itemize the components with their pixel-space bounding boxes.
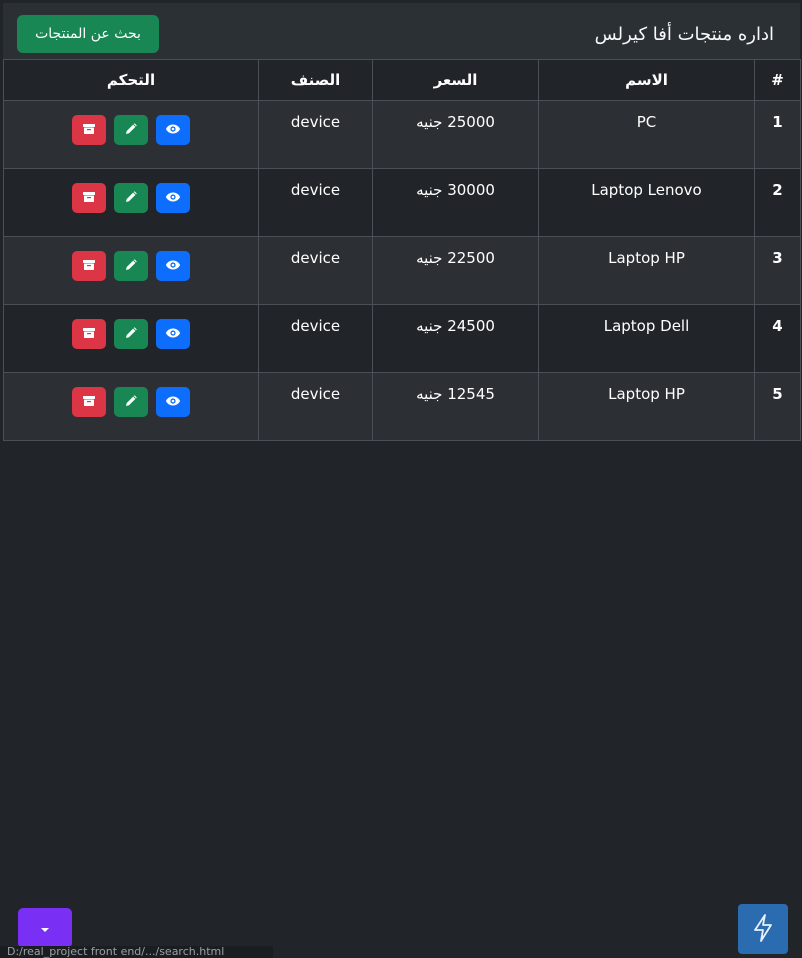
table-row: 2 Laptop Lenovo 30000 جنيه device — [3, 168, 801, 237]
lightning-icon — [752, 913, 774, 946]
price-currency: جنيه — [416, 385, 443, 403]
eye-icon — [165, 189, 181, 208]
edit-button[interactable] — [114, 115, 148, 145]
delete-button[interactable] — [72, 183, 106, 213]
archive-icon — [81, 121, 97, 140]
table-row: 1 PC 25000 جنيه device — [3, 100, 801, 169]
action-group — [4, 385, 258, 417]
price-value: 22500 — [447, 249, 495, 267]
action-group — [4, 181, 258, 213]
product-category: device — [258, 372, 373, 441]
caret-down-icon — [40, 921, 50, 936]
row-number: 4 — [754, 304, 801, 373]
pencil-icon — [123, 189, 139, 208]
product-price: 24500 جنيه — [372, 304, 539, 373]
table-body: 1 PC 25000 جنيه device 2 Laptop Lenovo 30000 ج… — [3, 100, 801, 441]
pencil-icon — [123, 121, 139, 140]
view-button[interactable] — [156, 183, 190, 213]
product-category: device — [258, 100, 373, 169]
product-category: device — [258, 236, 373, 305]
action-group — [4, 113, 258, 145]
row-controls — [3, 100, 259, 169]
view-button[interactable] — [156, 387, 190, 417]
row-number: 1 — [754, 100, 801, 169]
table-row: 3 Laptop HP 22500 جنيه device — [3, 236, 801, 305]
price-currency: جنيه — [416, 113, 443, 131]
archive-icon — [81, 325, 97, 344]
price-currency: جنيه — [416, 181, 443, 199]
table-row: 5 Laptop HP 12545 جنيه device — [3, 372, 801, 441]
row-controls — [3, 304, 259, 373]
eye-icon — [165, 325, 181, 344]
dropdown-toggle-button[interactable] — [18, 908, 72, 948]
action-group — [4, 317, 258, 349]
product-name: Laptop Lenovo — [538, 168, 755, 237]
view-button[interactable] — [156, 115, 190, 145]
page-title: اداره منتجات أفا كيرلس — [594, 24, 774, 45]
delete-button[interactable] — [72, 387, 106, 417]
edit-button[interactable] — [114, 319, 148, 349]
product-category: device — [258, 168, 373, 237]
action-group — [4, 249, 258, 281]
header-num: # — [754, 59, 801, 101]
table-row: 4 Laptop Dell 24500 جنيه device — [3, 304, 801, 373]
product-category: device — [258, 304, 373, 373]
edit-button[interactable] — [114, 387, 148, 417]
delete-button[interactable] — [72, 251, 106, 281]
lightning-button[interactable] — [738, 904, 788, 954]
price-value: 30000 — [447, 181, 495, 199]
product-price: 30000 جنيه — [372, 168, 539, 237]
header-price: السعر — [372, 59, 539, 101]
edit-button[interactable] — [114, 183, 148, 213]
products-table: # الاسم السعر الصنف التحكم 1 PC 25000 جنيه… — [3, 59, 801, 441]
product-name: PC — [538, 100, 755, 169]
delete-button[interactable] — [72, 115, 106, 145]
row-number: 2 — [754, 168, 801, 237]
archive-icon — [81, 257, 97, 276]
price-value: 24500 — [447, 317, 495, 335]
product-price: 22500 جنيه — [372, 236, 539, 305]
view-button[interactable] — [156, 251, 190, 281]
price-currency: جنيه — [416, 249, 443, 267]
archive-icon — [81, 393, 97, 412]
price-value: 25000 — [447, 113, 495, 131]
row-controls — [3, 372, 259, 441]
pencil-icon — [123, 257, 139, 276]
eye-icon — [165, 121, 181, 140]
eye-icon — [165, 257, 181, 276]
pencil-icon — [123, 325, 139, 344]
header-category: الصنف — [258, 59, 373, 101]
pencil-icon — [123, 393, 139, 412]
view-button[interactable] — [156, 319, 190, 349]
product-name: Laptop HP — [538, 236, 755, 305]
table-header-row: # الاسم السعر الصنف التحكم — [3, 59, 801, 101]
product-price: 25000 جنيه — [372, 100, 539, 169]
header-controls: التحكم — [3, 59, 259, 101]
app-root: اداره منتجات أفا كيرلس بحث عن المنتجات #… — [0, 0, 802, 958]
header-name: الاسم — [538, 59, 755, 101]
top-bar: اداره منتجات أفا كيرلس بحث عن المنتجات — [3, 3, 800, 59]
eye-icon — [165, 393, 181, 412]
row-number: 3 — [754, 236, 801, 305]
product-name: Laptop HP — [538, 372, 755, 441]
search-products-button[interactable]: بحث عن المنتجات — [17, 15, 159, 53]
status-bar-url: D:/real_project front end/.../search.htm… — [0, 946, 273, 958]
product-price: 12545 جنيه — [372, 372, 539, 441]
price-value: 12545 — [447, 385, 495, 403]
archive-icon — [81, 189, 97, 208]
row-controls — [3, 168, 259, 237]
price-currency: جنيه — [416, 317, 443, 335]
row-number: 5 — [754, 372, 801, 441]
product-name: Laptop Dell — [538, 304, 755, 373]
row-controls — [3, 236, 259, 305]
edit-button[interactable] — [114, 251, 148, 281]
delete-button[interactable] — [72, 319, 106, 349]
